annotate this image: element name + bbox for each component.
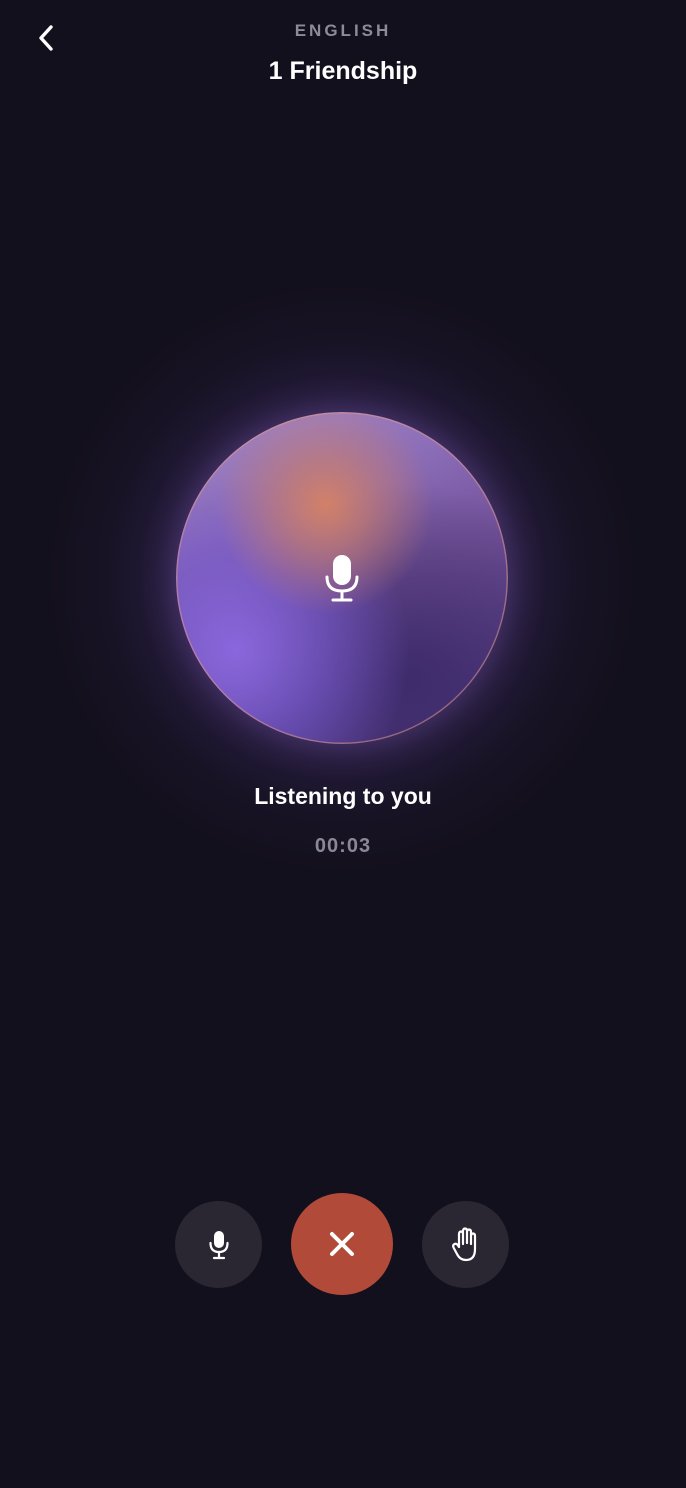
end-call-button[interactable] bbox=[291, 1193, 393, 1295]
session-timer: 00:03 bbox=[314, 835, 372, 857]
lesson-title: 1 Friendship bbox=[268, 57, 418, 85]
microphone-icon bbox=[325, 555, 359, 602]
status-label: Listening to you bbox=[254, 783, 432, 809]
microphone-icon bbox=[208, 1230, 229, 1259]
microphone-button[interactable] bbox=[175, 1201, 262, 1288]
raise-hand-button[interactable] bbox=[422, 1201, 509, 1288]
hand-icon bbox=[451, 1226, 476, 1261]
voice-session-screen: ENGLISH 1 Friendship Listening to you 00… bbox=[0, 0, 686, 1488]
listening-orb bbox=[176, 412, 508, 744]
language-label: ENGLISH bbox=[294, 21, 392, 40]
close-icon bbox=[330, 1232, 354, 1256]
